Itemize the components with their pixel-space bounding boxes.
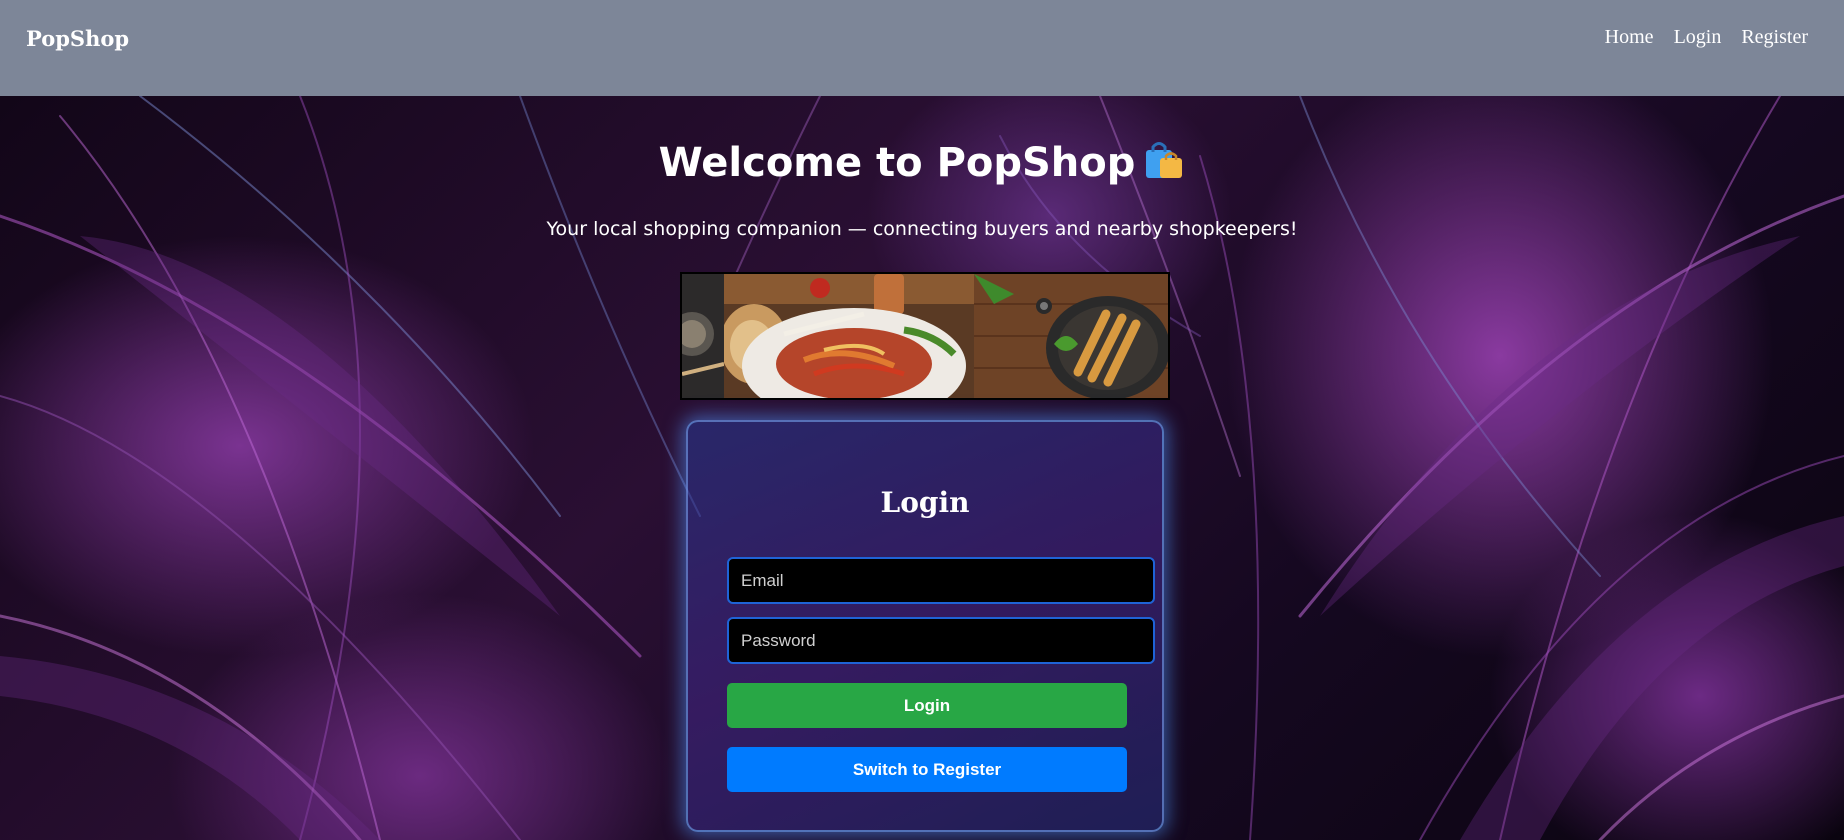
hero-title-text: Welcome to PopShop	[658, 140, 1136, 186]
brand-logo[interactable]: PopShop	[26, 26, 129, 51]
login-card-title: Login	[880, 486, 970, 519]
navbar: PopShop Home Login Register	[0, 0, 1844, 96]
shopping-bags-icon	[1143, 140, 1185, 190]
switch-to-register-button[interactable]: Switch to Register	[727, 747, 1127, 792]
hero-title: Welcome to PopShop	[0, 140, 1844, 190]
nav-link-login[interactable]: Login	[1674, 26, 1722, 49]
nav-link-home[interactable]: Home	[1605, 26, 1654, 49]
password-field[interactable]	[727, 617, 1155, 664]
fajita-plate-image	[723, 274, 974, 398]
email-field[interactable]	[727, 557, 1155, 604]
login-card: Login Login Switch to Register	[686, 420, 1164, 832]
login-button[interactable]: Login	[727, 683, 1127, 728]
nav-links: Home Login Register	[1605, 26, 1808, 49]
hero-subtitle: Your local shopping companion — connecti…	[546, 218, 1298, 240]
food-banner	[680, 272, 1170, 400]
nav-link-register[interactable]: Register	[1741, 26, 1808, 49]
food-platter-image	[682, 274, 724, 398]
kebab-skewers-image	[973, 274, 1168, 398]
